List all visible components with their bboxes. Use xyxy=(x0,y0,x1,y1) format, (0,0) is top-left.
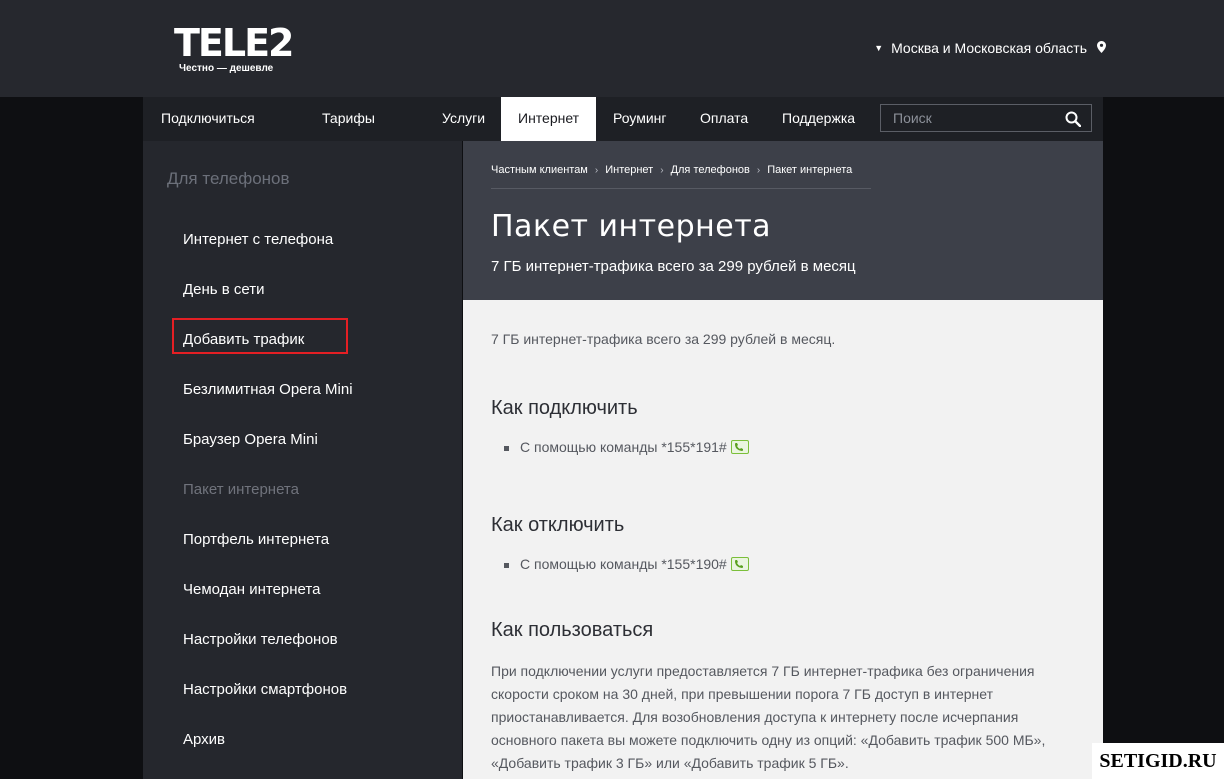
nav-tariffs[interactable]: Тарифы xyxy=(322,97,375,141)
usage-line: приостанавливается. Для возобновления до… xyxy=(491,709,1019,725)
sidebar-item-unlimited-opera-mini[interactable]: Безлимитная Opera Mini xyxy=(183,381,353,398)
search-icon[interactable] xyxy=(1065,111,1081,127)
breadcrumb-private-clients[interactable]: Частным клиентам xyxy=(491,164,588,176)
sidebar-item-add-traffic[interactable]: Добавить трафик xyxy=(183,331,304,348)
nav-internet[interactable]: Интернет xyxy=(501,97,597,141)
nav-payment[interactable]: Оплата xyxy=(700,97,748,141)
usage-line: скорости сроком на 30 дней, при превышен… xyxy=(491,686,993,702)
call-phone-icon[interactable] xyxy=(730,440,749,454)
sidebar-item-opera-mini-browser[interactable]: Браузер Opera Mini xyxy=(183,431,318,448)
header: TELE2 Честно — дешевле ▼ Москва и Москов… xyxy=(0,0,1224,97)
location-pin-icon xyxy=(1097,40,1106,56)
sidebar-item-internet-from-phone[interactable]: Интернет с телефона xyxy=(183,231,333,248)
chevron-down-icon: ▼ xyxy=(874,43,884,53)
sidebar: Для телефонов Интернет с телефона День в… xyxy=(143,141,462,779)
nav-support[interactable]: Поддержка xyxy=(782,97,855,141)
breadcrumb-current: Пакет интернета xyxy=(767,164,853,176)
chevron-right-icon: › xyxy=(756,164,761,176)
nav-connect[interactable]: Подключиться xyxy=(161,97,255,141)
main-nav: Подключиться Тарифы Услуги Интернет Роум… xyxy=(143,97,1103,141)
breadcrumb-for-phones[interactable]: Для телефонов xyxy=(671,164,750,176)
search-input[interactable] xyxy=(891,109,1055,127)
breadcrumb-internet[interactable]: Интернет xyxy=(605,164,653,176)
connect-heading: Как подключить xyxy=(491,397,638,419)
connect-command: С помощью команды *155*191# xyxy=(520,439,727,455)
usage-line: При подключении услуги предоставляется 7… xyxy=(491,663,1035,679)
usage-paragraph: При подключении услуги предоставляется 7… xyxy=(491,660,1066,775)
region-selector[interactable]: ▼ Москва и Московская область xyxy=(874,40,1106,56)
sidebar-item-internet-portfolio[interactable]: Портфель интернета xyxy=(183,531,329,548)
chevron-right-icon: › xyxy=(594,164,599,176)
usage-heading: Как пользоваться xyxy=(491,619,654,641)
tele2-logo[interactable]: TELE2 Честно — дешевле xyxy=(174,21,294,75)
search-box xyxy=(880,104,1092,132)
chevron-right-icon: › xyxy=(660,164,664,176)
usage-line: «Добавить трафик 3 ГБ» или «Добавить тра… xyxy=(491,755,849,771)
content: 7 ГБ интернет-трафика всего за 299 рубле… xyxy=(463,300,1103,779)
sidebar-item-archive[interactable]: Архив xyxy=(183,731,225,748)
sidebar-item-internet-package: Пакет интернета xyxy=(183,481,299,498)
disconnect-command: С помощью команды *155*190# xyxy=(520,556,727,572)
sidebar-item-smartphone-settings[interactable]: Настройки смартфонов xyxy=(183,681,347,698)
intro-text: 7 ГБ интернет-трафика всего за 299 рубле… xyxy=(491,331,836,347)
disconnect-bullet: С помощью команды *155*190# xyxy=(504,556,749,572)
breadcrumb: Частным клиентам › Интернет › Для телефо… xyxy=(491,164,852,176)
logo-wordmark: TELE2 xyxy=(174,21,294,65)
watermark: SETIGID.RU xyxy=(1092,743,1224,779)
breadcrumb-divider xyxy=(491,188,871,189)
sidebar-item-phone-settings[interactable]: Настройки телефонов xyxy=(183,631,338,648)
sidebar-item-day-online[interactable]: День в сети xyxy=(183,281,265,298)
connect-bullet: С помощью команды *155*191# xyxy=(504,439,749,455)
region-label: Москва и Московская область xyxy=(891,40,1087,56)
usage-line: основного пакета вы можете подключить од… xyxy=(491,732,1046,748)
call-phone-icon[interactable] xyxy=(730,557,749,571)
nav-roaming[interactable]: Роуминг xyxy=(613,97,666,141)
disconnect-heading: Как отключить xyxy=(491,514,625,536)
sidebar-title: Для телефонов xyxy=(167,169,290,188)
nav-services[interactable]: Услуги xyxy=(442,97,485,141)
page-header: Частным клиентам › Интернет › Для телефо… xyxy=(463,141,1103,300)
page-title: Пакет интернета xyxy=(491,209,772,244)
sidebar-item-internet-suitcase[interactable]: Чемодан интернета xyxy=(183,581,320,598)
page-subtitle: 7 ГБ интернет-трафика всего за 299 рубле… xyxy=(491,258,856,275)
